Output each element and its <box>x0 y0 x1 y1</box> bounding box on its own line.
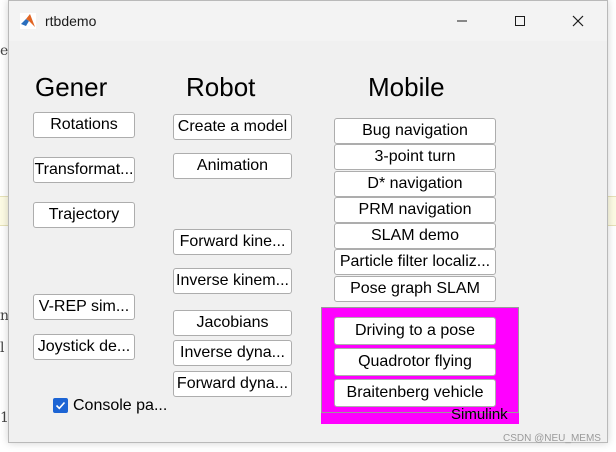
joystick-demo-button[interactable]: Joystick de... <box>33 334 135 360</box>
quadrotor-flying-button[interactable]: Quadrotor flying <box>334 348 496 376</box>
console-panel-label: Console pa... <box>73 397 168 414</box>
maximize-button[interactable] <box>497 1 543 41</box>
minimize-button[interactable] <box>439 1 485 41</box>
slam-demo-button[interactable]: SLAM demo <box>334 223 496 249</box>
braitenberg-vehicle-button[interactable]: Braitenberg vehicle <box>334 379 496 407</box>
trajectory-button[interactable]: Trajectory <box>33 202 135 228</box>
mobile-column-heading: Mobile <box>368 72 445 102</box>
inverse-kinematics-button[interactable]: Inverse kinem... <box>173 268 292 294</box>
three-point-turn-button[interactable]: 3-point turn <box>334 144 496 170</box>
bug-navigation-button[interactable]: Bug navigation <box>334 118 496 144</box>
forward-dynamics-button[interactable]: Forward dyna... <box>173 371 292 397</box>
general-column-heading: Gener <box>35 72 108 102</box>
dstar-navigation-button[interactable]: D* navigation <box>334 171 496 197</box>
jacobians-button[interactable]: Jacobians <box>173 310 292 336</box>
maximize-icon <box>515 16 525 26</box>
watermark-text: CSDN @NEU_MEMS <box>503 433 601 444</box>
rtbdemo-window: rtbdemo Gener Robot Mobile Rotations Tra… <box>8 0 608 443</box>
driving-to-a-pose-button[interactable]: Driving to a pose <box>334 317 496 345</box>
transformations-button[interactable]: Transformat... <box>33 157 135 183</box>
rotations-button[interactable]: Rotations <box>33 112 135 138</box>
pose-graph-slam-button[interactable]: Pose graph SLAM <box>334 276 496 302</box>
vrep-simulation-button[interactable]: V-REP sim... <box>33 294 135 320</box>
title-bar[interactable]: rtbdemo <box>9 1 607 41</box>
minimize-icon <box>457 20 467 22</box>
checkmark-icon <box>55 401 66 410</box>
robot-column-heading: Robot <box>186 72 256 102</box>
close-icon <box>572 15 584 27</box>
prm-navigation-button[interactable]: PRM navigation <box>334 197 496 223</box>
background-glyph: l <box>0 340 5 356</box>
forward-kinematics-button[interactable]: Forward kine... <box>173 229 292 255</box>
window-title: rtbdemo <box>45 13 97 29</box>
inverse-dynamics-button[interactable]: Inverse dyna... <box>173 340 292 366</box>
particle-filter-localization-button[interactable]: Particle filter localiz... <box>334 249 496 275</box>
console-panel-checkbox[interactable] <box>53 398 68 413</box>
animation-button[interactable]: Animation <box>173 153 292 179</box>
create-a-model-button[interactable]: Create a model <box>173 114 292 140</box>
simulink-panel-label: Simulink <box>451 406 508 423</box>
matlab-logo-icon <box>20 13 36 29</box>
close-button[interactable] <box>555 1 601 41</box>
